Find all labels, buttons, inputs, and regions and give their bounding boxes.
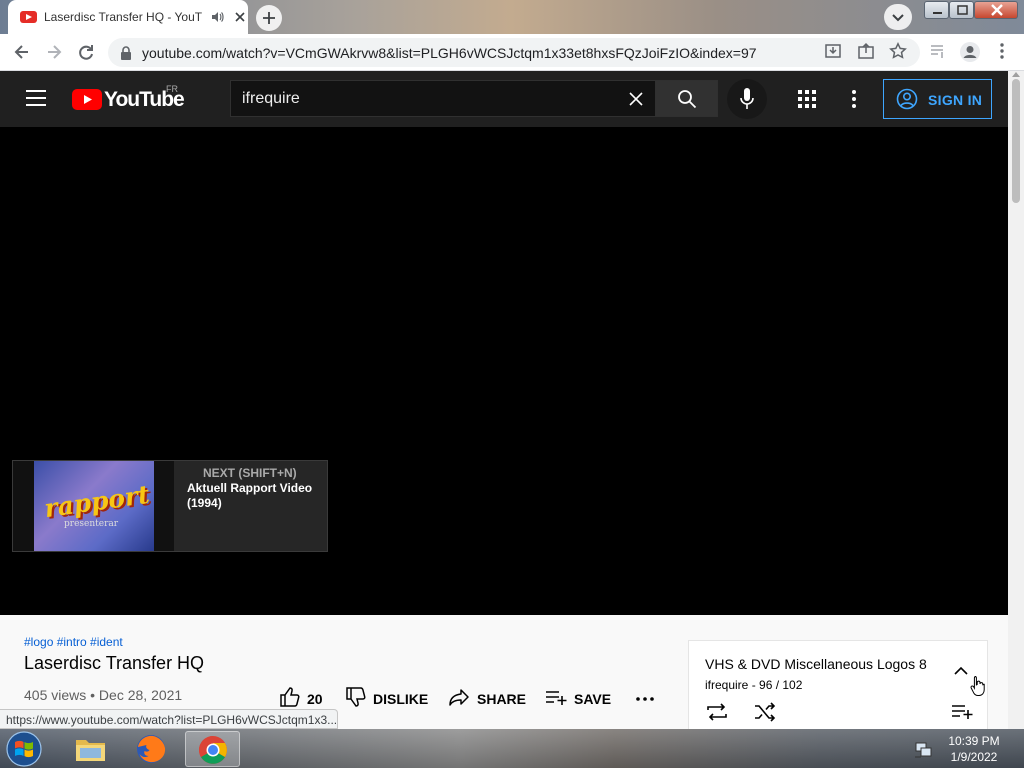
url-text: youtube.com/watch?v=VCmGWAkrvw8&list=PLG… [142,45,757,61]
thumbs-down-icon [346,687,366,707]
lock-icon[interactable] [120,46,132,60]
new-tab-button[interactable] [256,5,282,31]
browser-toolbar: youtube.com/watch?v=VCmGWAkrvw8&list=PLG… [0,34,1024,71]
network-tray-icon[interactable] [913,739,933,759]
video-title: Laserdisc Transfer HQ [24,653,205,673]
video-hashtags[interactable]: #logo #intro #ident [24,635,123,649]
youtube-favicon-icon [20,11,37,23]
profile-avatar-icon[interactable] [959,41,981,63]
window-restore-button[interactable] [949,1,974,19]
thumbs-up-icon [280,687,300,707]
sign-in-button[interactable]: SIGN IN [883,79,992,119]
collapse-playlist-icon[interactable] [953,665,969,677]
page-scrollbar[interactable] [1008,71,1024,729]
search-icon [678,90,697,109]
speaker-icon[interactable] [210,10,224,24]
youtube-play-logo-icon [72,89,102,110]
voice-search-button[interactable] [727,79,767,119]
close-tab-icon[interactable] [232,9,248,25]
add-to-queue-icon[interactable] [951,703,973,721]
taskbar-clock[interactable]: 10:39 PM 1/9/2022 [940,733,1008,765]
taskbar-chrome[interactable] [185,731,240,767]
address-bar[interactable]: youtube.com/watch?v=VCmGWAkrvw8&list=PLG… [108,38,920,67]
search-query-text: ifrequire [242,90,300,107]
windows-taskbar: 10:39 PM 1/9/2022 [0,729,1024,768]
browser-tab-strip: Laserdisc Transfer HQ - YouTube [0,0,1024,34]
search-button[interactable] [655,80,718,117]
media-control-icon[interactable] [929,42,947,60]
share-label: SHARE [477,691,527,707]
clock-date: 1/9/2022 [950,750,998,764]
thumbnail-subtext: presenterar [64,519,119,529]
link-status-bar: https://www.youtube.com/watch?list=PLGH6… [0,709,338,729]
chrome-icon [199,736,227,764]
up-next-title[interactable]: Aktuell Rapport Video (1994) [187,481,327,511]
like-count: 20 [307,691,323,707]
youtube-masthead: YouTube FR ifrequire SIGN IN [0,71,1008,127]
playlist-add-icon [546,691,567,705]
hand-cursor-icon [970,675,986,697]
loop-playlist-icon[interactable] [705,702,729,722]
share-button[interactable]: SHARE [448,686,528,710]
clock-time: 10:39 PM [948,734,1000,748]
thumbnail-logo-text: rapport [42,479,152,524]
install-app-icon[interactable] [824,42,842,60]
hamburger-menu-icon[interactable] [26,89,46,107]
like-button[interactable]: 20 [279,686,327,710]
apps-grid-icon[interactable] [798,90,816,108]
microphone-icon [740,88,754,109]
bookmark-star-icon[interactable] [889,42,907,60]
dislike-button[interactable]: DISLIKE [345,686,435,710]
up-next-label: NEXT (SHIFT+N) [203,466,297,480]
account-icon [896,88,918,110]
tab-search-button[interactable] [884,4,912,30]
up-next-thumbnail-image: rapport presenterar [34,461,154,551]
dislike-label: DISLIKE [373,691,429,707]
clear-search-icon[interactable] [628,91,644,107]
folder-icon [76,740,105,761]
search-input[interactable]: ifrequire [230,80,655,117]
video-player[interactable]: rapport presenterar NEXT (SHIFT+N) Aktue… [0,127,1008,615]
browser-menu-icon[interactable] [994,42,1010,60]
settings-menu-icon[interactable] [847,89,861,109]
window-minimize-button[interactable] [924,1,949,19]
save-label: SAVE [574,691,612,707]
region-code: FR [166,84,178,94]
video-views-date: 405 views • Dec 28, 2021 [24,687,183,703]
sign-in-label: SIGN IN [928,92,983,108]
save-button[interactable]: SAVE [545,686,615,710]
youtube-logo[interactable]: YouTube FR [72,84,192,112]
windows-logo-icon [6,731,42,767]
playlist-position: ifrequire - 96 / 102 [705,678,803,692]
up-next-thumbnail[interactable]: rapport presenterar [13,461,174,551]
browser-tab[interactable]: Laserdisc Transfer HQ - YouTube [8,0,248,34]
window-close-button[interactable] [974,1,1018,19]
up-next-card[interactable]: rapport presenterar NEXT (SHIFT+N) Aktue… [12,460,328,552]
share-arrow-icon [449,689,469,706]
scrollbar-thumb[interactable] [1012,79,1020,203]
playlist-title[interactable]: VHS & DVD Miscellaneous Logos 8 [705,656,927,672]
share-page-icon[interactable] [857,42,875,60]
forward-arrow-icon[interactable] [44,42,64,62]
back-arrow-icon[interactable] [12,42,32,62]
tab-title: Laserdisc Transfer HQ - YouTube [44,10,202,24]
reload-icon[interactable] [76,42,96,62]
scroll-up-arrow-icon[interactable] [1012,71,1020,77]
start-button[interactable] [4,730,46,768]
taskbar-file-explorer[interactable] [63,731,118,767]
taskbar-firefox[interactable] [124,731,179,767]
shuffle-icon[interactable] [753,702,777,722]
more-actions-button[interactable] [635,686,657,710]
more-horizontal-icon [636,697,654,701]
firefox-icon [137,735,166,763]
playlist-panel: VHS & DVD Miscellaneous Logos 8 ifrequir… [688,640,988,729]
